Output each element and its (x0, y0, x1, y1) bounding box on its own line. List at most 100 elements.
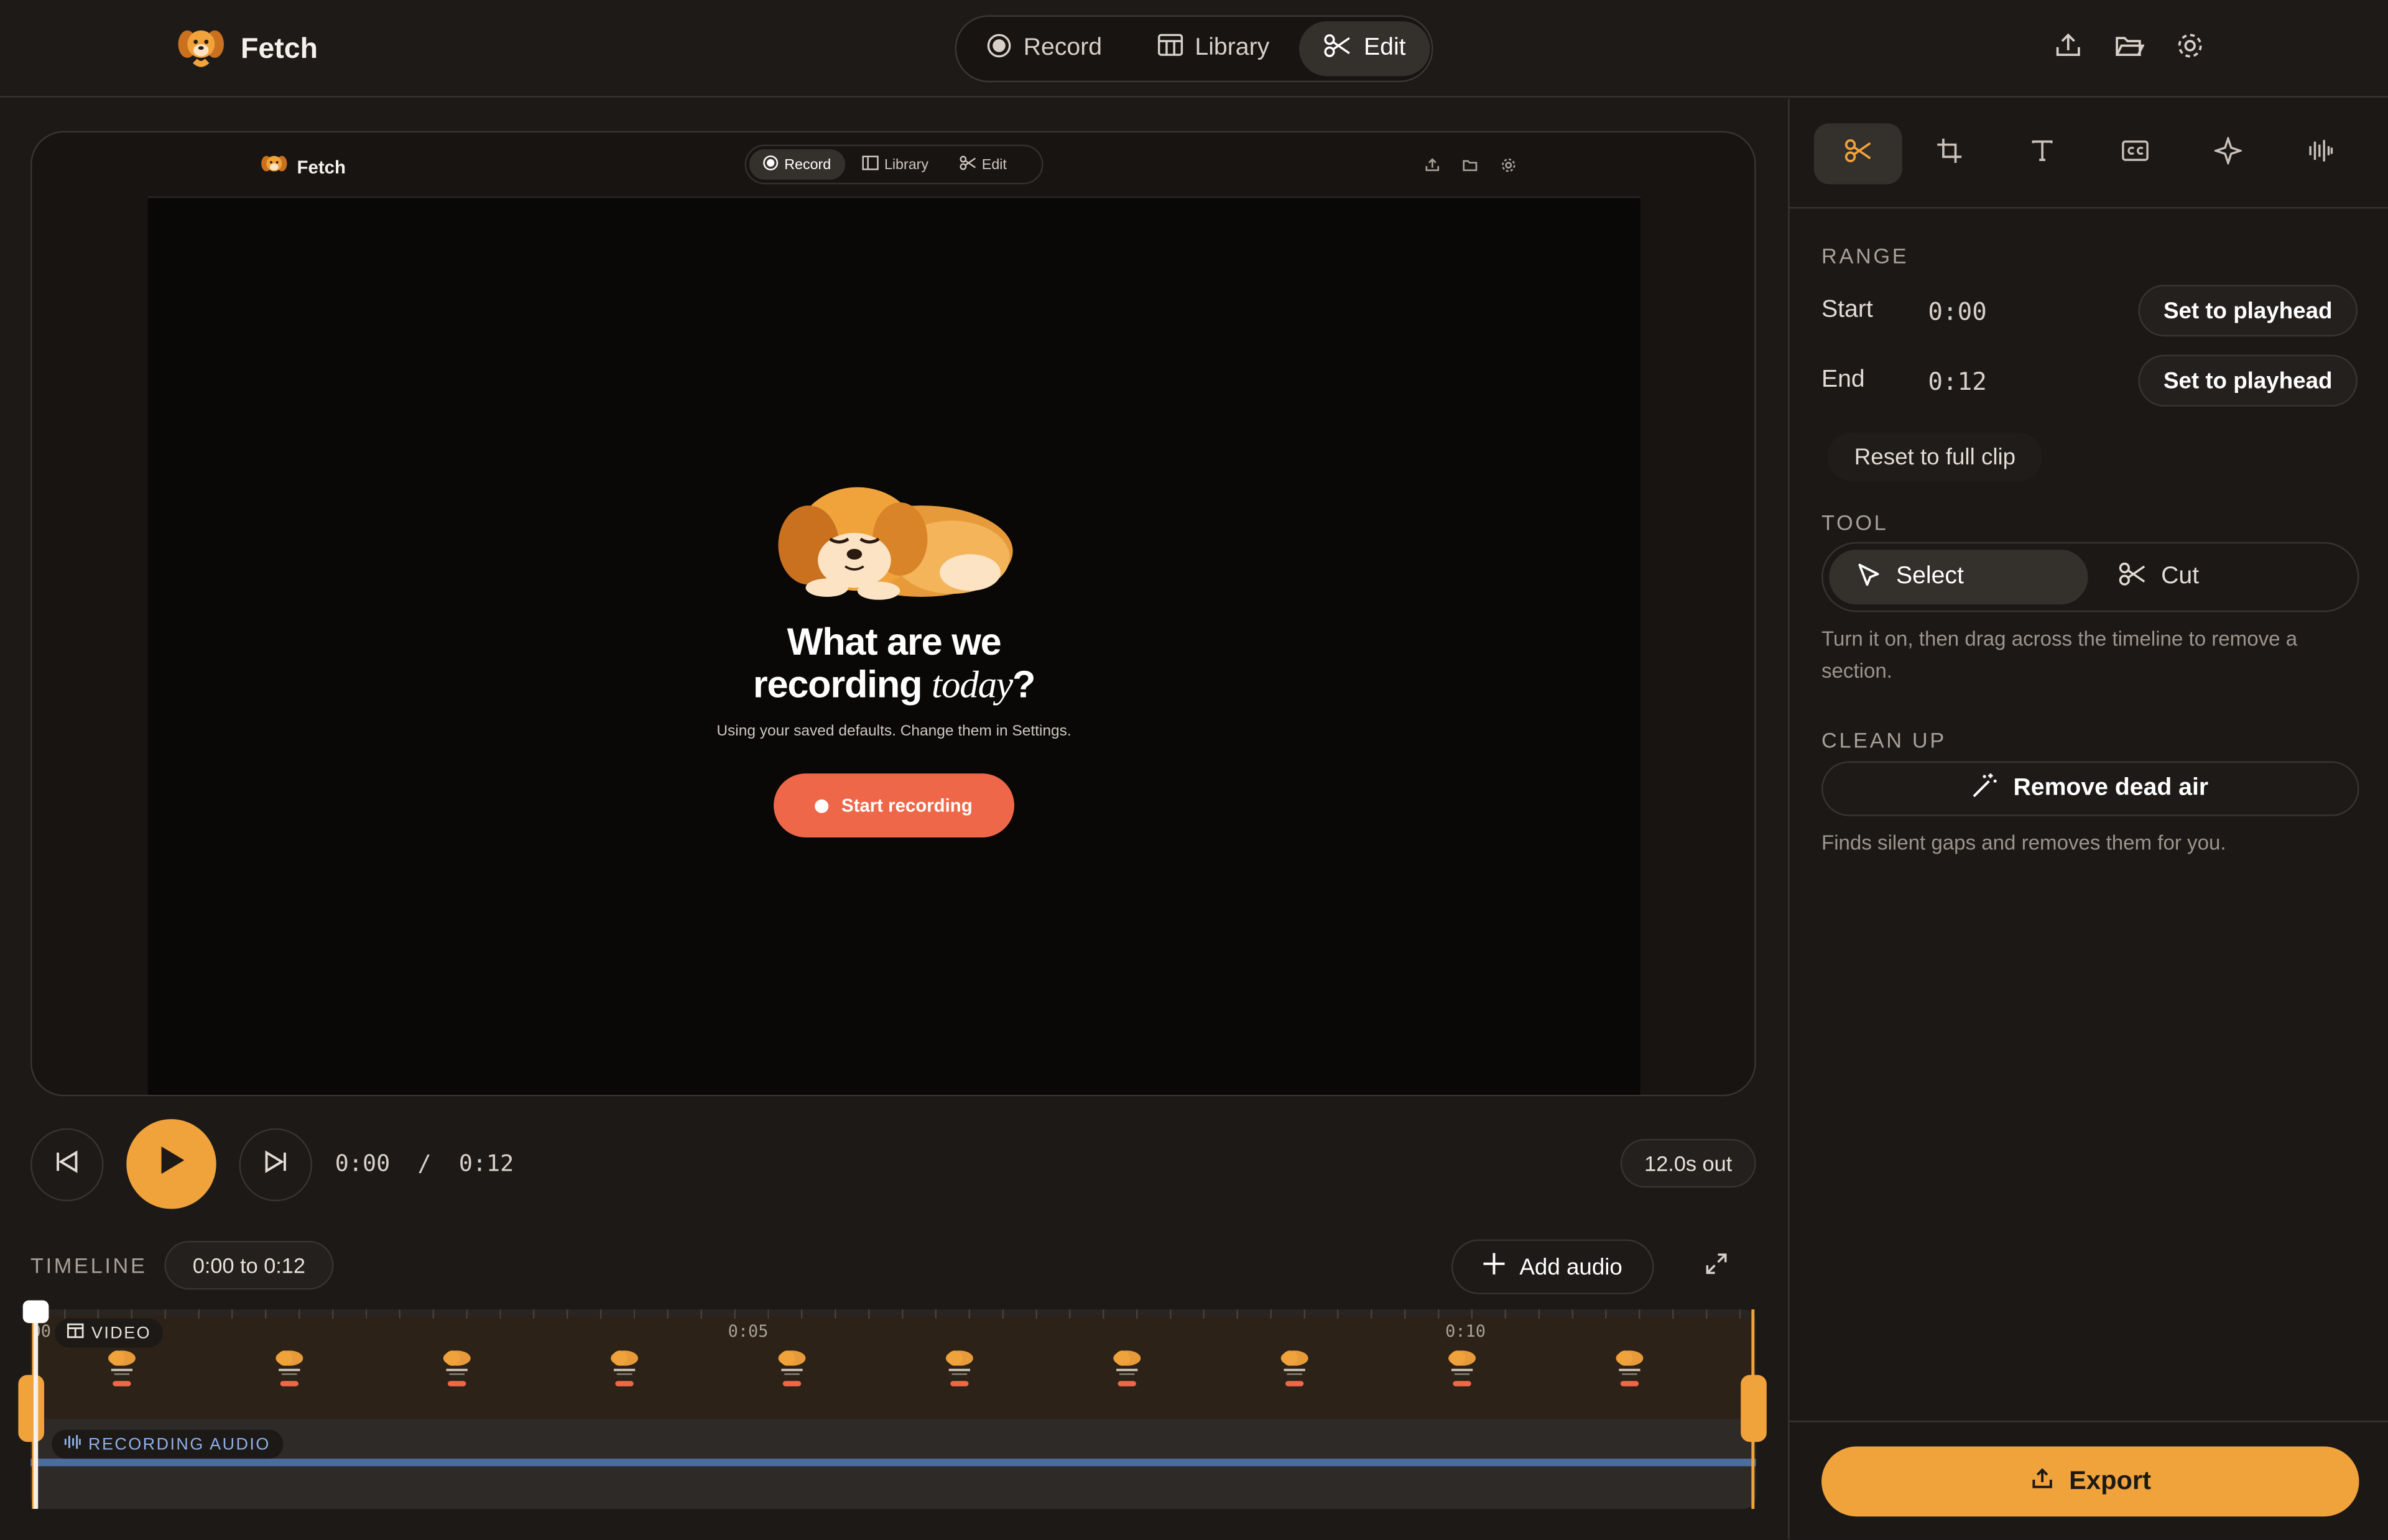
tab-edit[interactable]: Edit (1300, 21, 1430, 76)
trim-end-handle[interactable] (1741, 1375, 1767, 1442)
audio-track-label: RECORDING AUDIO (88, 1435, 271, 1454)
video-preview: Fetch Record Library Edit What are we re… (30, 131, 1756, 1097)
tool-hint: Turn it on, then drag across the timelin… (1821, 627, 2298, 683)
app-name: Fetch (240, 32, 318, 65)
tab-record[interactable]: Record (963, 21, 1126, 76)
gear-icon[interactable] (2175, 30, 2205, 61)
sparkle-icon (2212, 134, 2244, 171)
playhead-handle[interactable] (22, 1300, 49, 1324)
preview-start-recording-label: Start recording (841, 795, 973, 816)
hero-title-line2: recording today? (148, 664, 1641, 708)
skip-back-button[interactable] (30, 1128, 104, 1202)
export-icon[interactable] (2053, 30, 2083, 61)
playhead[interactable] (33, 1309, 39, 1509)
library-icon (1157, 34, 1183, 64)
tool-cut-label: Cut (2161, 563, 2200, 589)
magic-wand-icon (1972, 772, 1998, 806)
set-start-to-playhead-button[interactable]: Set to playhead (2138, 284, 2358, 337)
timeline-label: TIMELINE (30, 1253, 147, 1278)
tool-select-button[interactable]: Select (1829, 550, 2088, 605)
tool-cut-button[interactable]: Cut (2091, 550, 2349, 604)
cursor-icon (1856, 561, 1881, 592)
waveform-icon (2309, 138, 2333, 170)
hero-subtitle: Using your saved defaults. Change them i… (716, 723, 1071, 740)
text-icon (2032, 139, 2053, 168)
skip-back-icon (55, 1149, 79, 1181)
preview-tab-library: Library (848, 149, 942, 180)
crop-icon (1937, 137, 1962, 170)
audio-track-tag: RECORDING AUDIO (52, 1429, 283, 1459)
cleanup-hint: Finds silent gaps and removes them for y… (1821, 831, 2226, 854)
scissors-icon (1324, 33, 1351, 65)
add-audio-button[interactable]: Add audio (1451, 1239, 1654, 1294)
brand: Fetch (177, 21, 318, 78)
play-button[interactable] (126, 1119, 216, 1209)
tool-mode-switcher: Select Cut (1821, 542, 2359, 612)
tab-library[interactable]: Library (1132, 21, 1294, 76)
preview-tab-edit: Edit (945, 149, 1020, 180)
expand-timeline-button[interactable] (1682, 1239, 1750, 1294)
preview-tab-record-label: Record (784, 156, 831, 173)
frame-thumbnail (272, 1346, 306, 1391)
frame-thumbnail (608, 1346, 641, 1391)
add-audio-label: Add audio (1519, 1253, 1622, 1280)
frame-thumbnail (105, 1346, 139, 1391)
tool-effects[interactable] (2184, 123, 2272, 184)
preview-start-recording-button: Start recording (774, 773, 1015, 837)
tool-section-title: TOOL (1821, 510, 1889, 535)
scissors-icon (959, 155, 976, 175)
hero-title-mark: ? (1012, 663, 1035, 707)
tool-audio[interactable] (2277, 123, 2365, 184)
reset-full-clip-button[interactable]: Reset to full clip (1827, 432, 2043, 481)
plus-icon (1483, 1253, 1504, 1281)
library-icon (861, 155, 878, 175)
timeline-range-badge: 0:00 to 0:12 (164, 1240, 334, 1290)
timeline[interactable]: 0:00 0:05 0:10 VIDEO RECORDING AUDIO (30, 1309, 1756, 1509)
tool-trim[interactable] (1813, 123, 1902, 185)
trim-start-handle[interactable] (18, 1375, 45, 1442)
hero-title-word: recording (752, 663, 923, 707)
tool-captions[interactable] (2091, 123, 2179, 184)
scissors-icon (1844, 138, 1872, 170)
hero-title: What are we recording today? (148, 621, 1641, 708)
tool-text[interactable] (1998, 123, 2086, 184)
preview-brand: Fetch (261, 150, 346, 182)
frame-thumbnail (1278, 1346, 1312, 1391)
frame-thumbnail (775, 1346, 809, 1391)
hero-title-line1: What are we (787, 621, 1002, 664)
video-track-tag: VIDEO (55, 1318, 164, 1348)
recorded-screen: What are we recording today? Using your … (147, 196, 1641, 1095)
skip-forward-button[interactable] (239, 1128, 313, 1202)
start-label: Start (1821, 297, 1873, 323)
frame-thumbnail (1445, 1346, 1479, 1391)
preview-actions (1424, 154, 1517, 181)
timeline-ruler (30, 1309, 1756, 1319)
app-window: Fetch Record Library Edit Fetch Record L… (0, 0, 2388, 1539)
set-end-to-playhead-button[interactable]: Set to playhead (2138, 354, 2358, 407)
audio-waveform (30, 1459, 1756, 1467)
expand-icon (1705, 1252, 1726, 1281)
sleeping-dog-illustration (769, 472, 1019, 607)
hero-title-emphasis: today (932, 665, 1013, 707)
start-time: 0:00 (1928, 297, 1987, 326)
top-actions (2053, 30, 2205, 61)
play-icon (156, 1143, 187, 1184)
record-icon (987, 33, 1011, 65)
tick-label: 0:05 (728, 1321, 769, 1342)
export-button[interactable]: Export (1821, 1446, 2359, 1517)
frame-thumbnail (943, 1346, 976, 1391)
remove-dead-air-button[interactable]: Remove dead air (1821, 761, 2359, 816)
tool-crop[interactable] (1905, 123, 1994, 184)
tab-library-label: Library (1195, 35, 1270, 61)
edit-tool-tabs (1789, 99, 2388, 209)
remove-dead-air-label: Remove dead air (2013, 775, 2209, 801)
record-icon (763, 154, 779, 175)
frame-thumbnail (1110, 1346, 1144, 1391)
skip-forward-icon (264, 1149, 288, 1181)
output-duration-badge: 12.0s out (1620, 1138, 1756, 1188)
folder-icon[interactable] (2114, 30, 2145, 61)
end-label: End (1821, 367, 1865, 393)
end-time: 0:12 (1928, 367, 1987, 396)
frame-thumbnail (1613, 1346, 1646, 1391)
edit-panel: RANGE Start 0:00 Set to playhead End 0:1… (1788, 99, 2388, 1539)
